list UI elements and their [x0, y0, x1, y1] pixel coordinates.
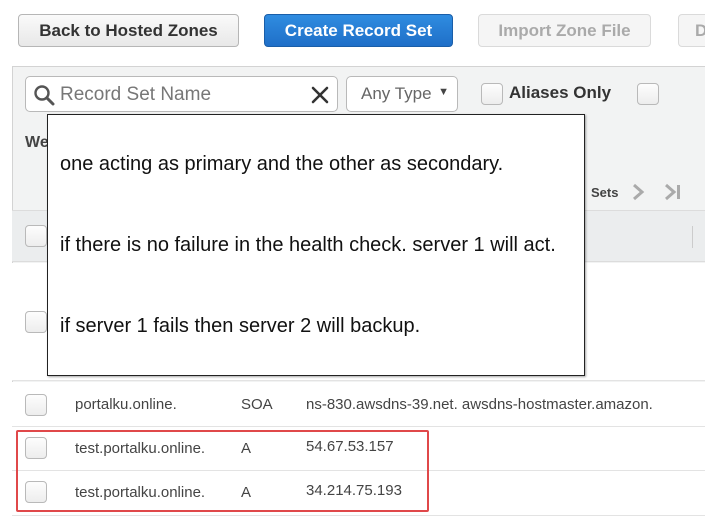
- import-zone-file-button[interactable]: Import Zone File: [478, 14, 651, 47]
- back-to-hosted-zones-button[interactable]: Back to Hosted Zones: [18, 14, 239, 47]
- weighted-label-fragment: We: [25, 134, 49, 151]
- next-page-icon[interactable]: [629, 183, 647, 201]
- record-value: ns-830.awsdns-39.net. awsdns-hostmaster.…: [306, 396, 653, 413]
- last-page-icon[interactable]: [662, 183, 684, 201]
- table-row: [12, 516, 705, 530]
- annotation-note: one acting as primary and the other as s…: [47, 114, 585, 376]
- record-set-name-search[interactable]: [25, 76, 338, 112]
- aliases-only-label: Aliases Only: [509, 83, 612, 102]
- record-name: portalku.online.: [75, 396, 177, 413]
- row-checkbox[interactable]: [25, 394, 47, 416]
- note-line-primary-secondary: one acting as primary and the other as s…: [60, 153, 504, 175]
- aliases-only-checkbox[interactable]: [481, 83, 503, 105]
- column-divider: [692, 226, 693, 248]
- record-type-selected: Any Type: [361, 84, 432, 103]
- chevron-down-icon: ▼: [438, 86, 449, 98]
- record-type: SOA: [241, 396, 273, 413]
- select-all-checkbox[interactable]: [25, 225, 47, 247]
- create-record-set-button[interactable]: Create Record Set: [264, 14, 453, 47]
- delete-record-set-button[interactable]: D: [678, 14, 705, 47]
- row-checkbox[interactable]: [25, 311, 47, 333]
- search-icon: [34, 85, 55, 106]
- secondary-filter-checkbox[interactable]: [637, 83, 659, 105]
- highlight-annotation: [16, 430, 429, 512]
- clear-search-icon[interactable]: [309, 84, 331, 106]
- delete-button-label: D: [695, 20, 705, 40]
- pager-sets-label: Sets: [591, 185, 619, 200]
- record-type-select[interactable]: Any Type ▼: [346, 76, 458, 112]
- note-line-failover: if server 1 fails then server 2 will bac…: [60, 315, 421, 337]
- search-input[interactable]: [58, 81, 302, 109]
- note-line-health-check: if there is no failure in the health che…: [60, 234, 556, 256]
